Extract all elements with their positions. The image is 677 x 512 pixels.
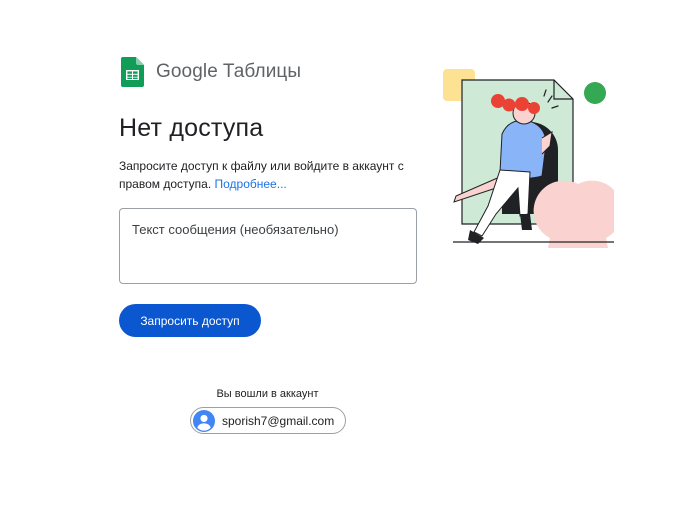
account-circle-icon <box>193 409 215 432</box>
brand-google: Google <box>156 61 218 82</box>
access-denied-page: Google Таблицы Нет доступа Запросите дост… <box>0 0 677 512</box>
access-illustration <box>443 69 614 248</box>
description: Запросите доступ к файлу или войдите в а… <box>119 158 419 193</box>
learn-more-link[interactable]: Подробнее... <box>215 177 287 191</box>
signed-in-label: Вы вошли в аккаунт <box>216 388 319 400</box>
account-email: sporish7@gmail.com <box>222 413 335 428</box>
account-chip[interactable]: sporish7@gmail.com <box>190 407 346 434</box>
google-sheets-icon <box>121 57 144 87</box>
brand-text: Google Таблицы <box>156 61 301 83</box>
request-access-button[interactable]: Запросить доступ <box>119 304 261 337</box>
brand-product: Таблицы <box>222 61 302 82</box>
google-sheets-logo: Google Таблицы <box>121 57 301 87</box>
page-title: Нет доступа <box>119 114 264 142</box>
message-input[interactable] <box>119 208 417 284</box>
